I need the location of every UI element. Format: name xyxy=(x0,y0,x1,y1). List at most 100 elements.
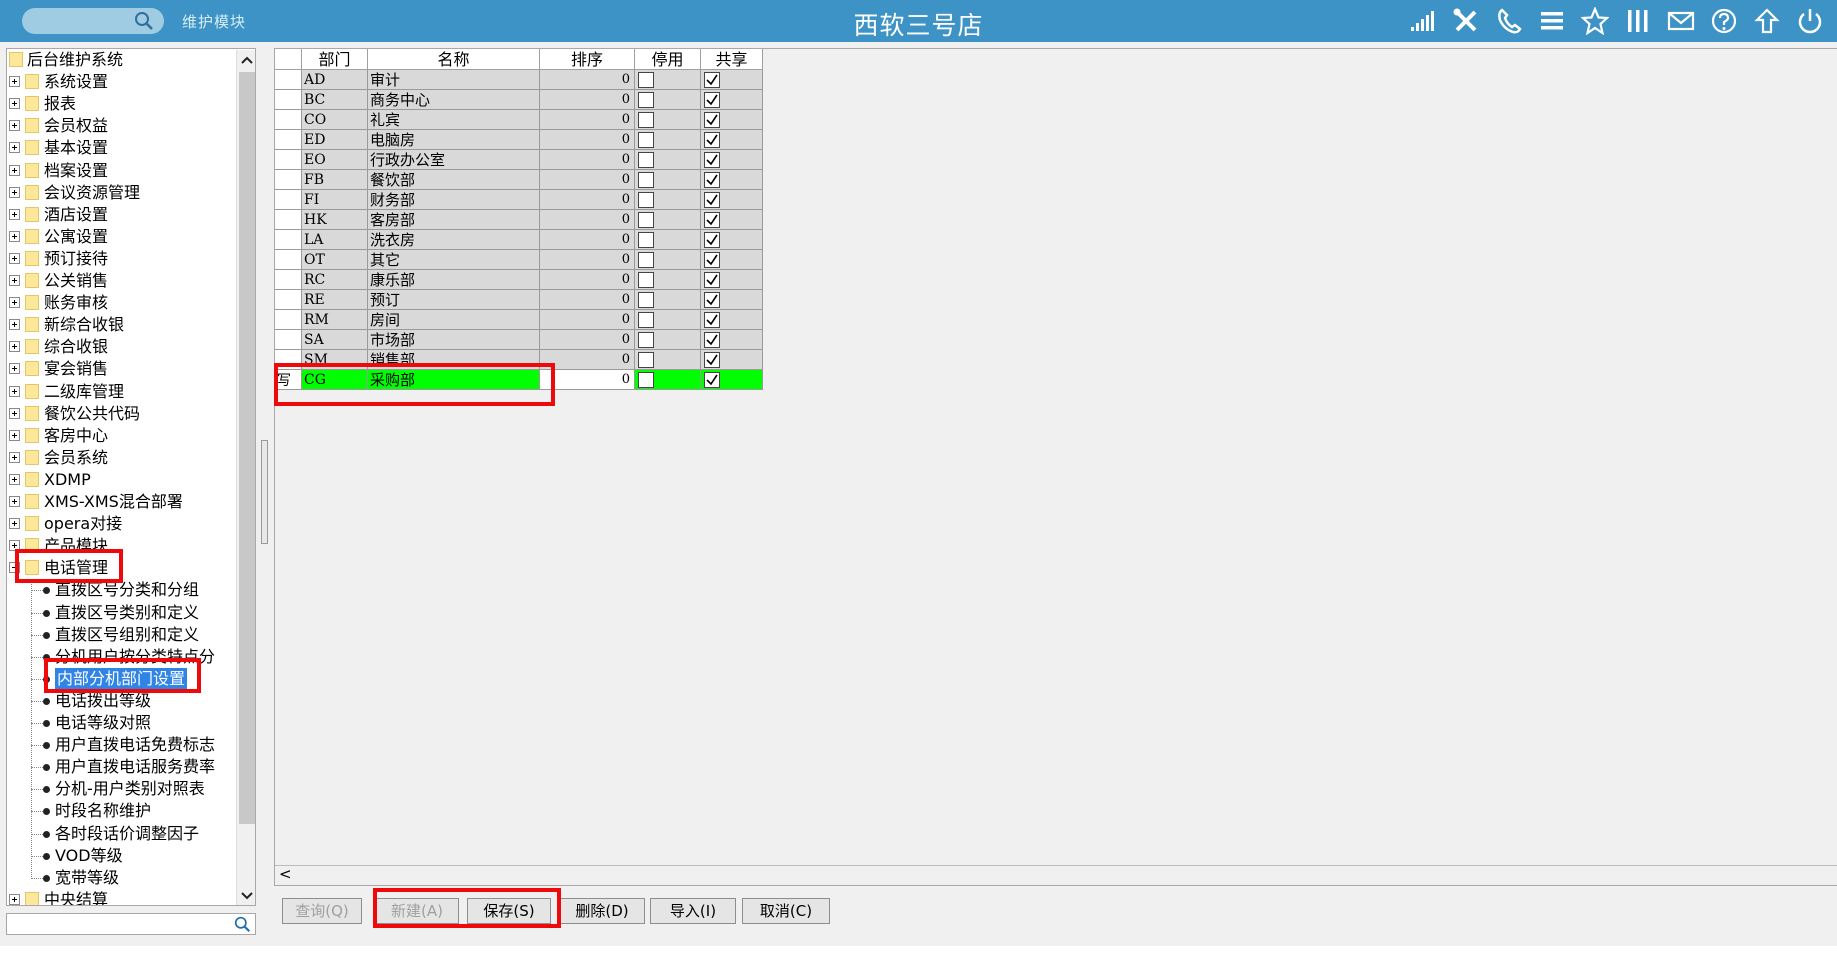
signal-icon[interactable] xyxy=(1408,6,1438,36)
order-cell[interactable]: 0 xyxy=(540,190,635,210)
expand-icon[interactable] xyxy=(9,407,20,419)
shared-checkbox[interactable] xyxy=(704,72,720,88)
scroll-down-icon[interactable] xyxy=(237,886,255,905)
row-indicator[interactable] xyxy=(275,270,302,290)
shared-checkbox[interactable] xyxy=(704,272,720,288)
table-row[interactable]: SM 销售部 0 xyxy=(275,350,763,370)
order-cell[interactable]: 0 xyxy=(540,130,635,150)
shared-checkbox[interactable] xyxy=(704,232,720,248)
table-row-new[interactable]: 写 CG 采购部 0 xyxy=(275,370,763,390)
shared-checkbox[interactable] xyxy=(704,312,720,328)
shared-cell[interactable] xyxy=(701,90,763,110)
expand-icon[interactable] xyxy=(9,252,20,264)
disabled-cell[interactable] xyxy=(635,270,701,290)
order-cell[interactable]: 0 xyxy=(540,290,635,310)
row-indicator[interactable] xyxy=(275,350,302,370)
disabled-cell[interactable] xyxy=(635,350,701,370)
expand-icon[interactable] xyxy=(9,319,20,331)
disabled-checkbox[interactable] xyxy=(638,192,654,208)
table-row[interactable]: AD 审计 0 xyxy=(275,70,763,90)
order-cell[interactable]: 0 xyxy=(540,370,635,390)
disabled-checkbox[interactable] xyxy=(638,272,654,288)
table-row[interactable]: ED 电脑房 0 xyxy=(275,130,763,150)
disabled-cell[interactable] xyxy=(635,290,701,310)
expand-icon[interactable] xyxy=(9,893,20,905)
table-row[interactable]: LA 洗衣房 0 xyxy=(275,230,763,250)
import-button[interactable]: 导入(I) xyxy=(650,898,736,924)
tree-scrollbar[interactable] xyxy=(236,50,255,905)
row-indicator[interactable] xyxy=(275,70,302,90)
table-row[interactable]: HK 客房部 0 xyxy=(275,210,763,230)
disabled-cell[interactable] xyxy=(635,230,701,250)
shared-checkbox[interactable] xyxy=(704,352,720,368)
expand-icon[interactable] xyxy=(9,142,20,154)
dept-name-cell[interactable]: 市场部 xyxy=(368,330,540,350)
cancel-button[interactable]: 取消(C) xyxy=(742,898,830,924)
row-indicator[interactable] xyxy=(275,250,302,270)
dept-name-cell[interactable]: 其它 xyxy=(368,250,540,270)
col-header-disabled[interactable]: 停用 xyxy=(635,49,701,70)
dept-code-cell[interactable]: HK xyxy=(302,210,368,230)
row-indicator[interactable] xyxy=(275,190,302,210)
disabled-cell[interactable] xyxy=(635,370,701,390)
shared-cell[interactable] xyxy=(701,310,763,330)
table-row[interactable]: RM 房间 0 xyxy=(275,310,763,330)
dept-name-cell[interactable]: 客房部 xyxy=(368,210,540,230)
order-cell[interactable]: 0 xyxy=(540,70,635,90)
disabled-checkbox[interactable] xyxy=(638,172,654,188)
shared-checkbox[interactable] xyxy=(704,112,720,128)
disabled-checkbox[interactable] xyxy=(638,112,654,128)
row-indicator[interactable] xyxy=(275,130,302,150)
dept-name-cell[interactable]: 礼宾 xyxy=(368,110,540,130)
disabled-checkbox[interactable] xyxy=(638,132,654,148)
shared-checkbox[interactable] xyxy=(704,192,720,208)
row-indicator[interactable] xyxy=(275,310,302,330)
order-cell[interactable]: 0 xyxy=(540,350,635,370)
disabled-checkbox[interactable] xyxy=(638,332,654,348)
dept-name-cell[interactable]: 预订 xyxy=(368,290,540,310)
dept-code-cell[interactable]: OT xyxy=(302,250,368,270)
table-row[interactable]: BC 商务中心 0 xyxy=(275,90,763,110)
power-icon[interactable] xyxy=(1795,6,1825,36)
delete-button[interactable]: 删除(D) xyxy=(559,898,645,924)
panel-splitter[interactable] xyxy=(261,440,268,544)
shared-cell[interactable] xyxy=(701,230,763,250)
disabled-checkbox[interactable] xyxy=(638,92,654,108)
new-button[interactable]: 新建(A) xyxy=(375,898,459,924)
col-header-shared[interactable]: 共享 xyxy=(701,49,763,70)
disabled-checkbox[interactable] xyxy=(638,312,654,328)
expand-icon[interactable] xyxy=(9,98,20,110)
expand-icon[interactable] xyxy=(9,120,20,132)
dept-name-cell[interactable]: 销售部 xyxy=(368,350,540,370)
disabled-checkbox[interactable] xyxy=(638,152,654,168)
table-row[interactable]: SA 市场部 0 xyxy=(275,330,763,350)
shared-cell[interactable] xyxy=(701,210,763,230)
columns-icon[interactable] xyxy=(1623,6,1653,36)
dept-name-cell[interactable]: 电脑房 xyxy=(368,130,540,150)
dept-name-cell[interactable]: 洗衣房 xyxy=(368,230,540,250)
save-button[interactable]: 保存(S) xyxy=(467,898,551,924)
disabled-cell[interactable] xyxy=(635,70,701,90)
table-row[interactable]: FI 财务部 0 xyxy=(275,190,763,210)
expand-icon[interactable] xyxy=(9,275,20,286)
shared-cell[interactable] xyxy=(701,130,763,150)
dept-code-cell[interactable]: LA xyxy=(302,230,368,250)
upload-icon[interactable] xyxy=(1752,6,1782,36)
shared-cell[interactable] xyxy=(701,370,763,390)
expand-icon[interactable] xyxy=(9,496,20,507)
disabled-cell[interactable] xyxy=(635,130,701,150)
dept-code-cell[interactable]: AD xyxy=(302,70,368,90)
dept-code-cell[interactable]: CO xyxy=(302,110,368,130)
order-cell[interactable]: 0 xyxy=(540,150,635,170)
tree-search-input[interactable] xyxy=(6,913,256,935)
order-cell[interactable]: 0 xyxy=(540,270,635,290)
dept-code-cell[interactable]: CG xyxy=(302,370,368,390)
expand-icon[interactable] xyxy=(9,208,20,220)
shared-checkbox[interactable] xyxy=(704,372,720,388)
order-cell[interactable]: 0 xyxy=(540,170,635,190)
dept-name-cell[interactable]: 行政办公室 xyxy=(368,150,540,170)
disabled-checkbox[interactable] xyxy=(638,232,654,248)
search-icon[interactable] xyxy=(234,916,251,933)
disabled-cell[interactable] xyxy=(635,170,701,190)
dept-code-cell[interactable]: RC xyxy=(302,270,368,290)
